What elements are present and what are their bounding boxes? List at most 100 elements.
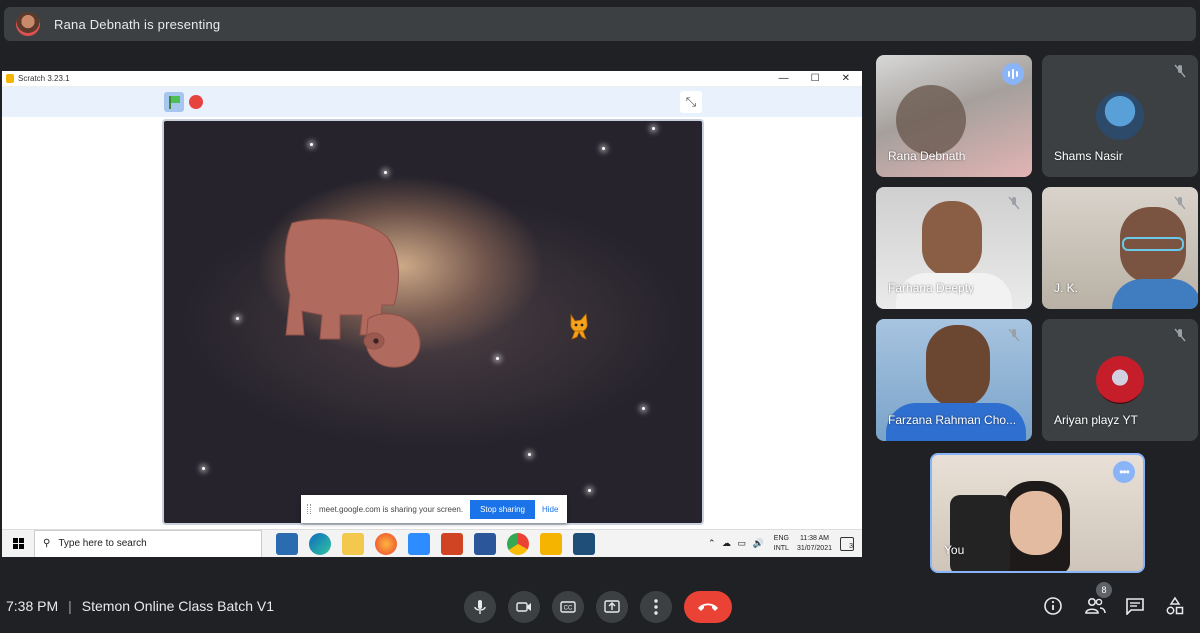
notification-icon: 3 (840, 536, 854, 551)
participant-name: You (944, 543, 965, 557)
taskbar-apps (276, 532, 595, 555)
info-icon (1044, 597, 1062, 615)
taskbar-search: ⚲ Type here to search (34, 529, 262, 557)
firefox-icon (375, 532, 397, 555)
search-icon: ⚲ (43, 538, 51, 549)
participant-tile-farhana[interactable]: Farhana Deepty (876, 187, 1032, 309)
star (588, 489, 591, 492)
close-icon: ✕ (841, 73, 850, 84)
meeting-details-button[interactable] (1040, 593, 1066, 619)
present-screen-icon (604, 600, 620, 613)
star (202, 467, 205, 470)
taskbar-date: 31/07/2021 (796, 544, 832, 552)
participant-name: Farzana Rahman Cho... (888, 413, 1017, 427)
taskbar-clock: 11:38 AM 31/07/2021 (797, 534, 832, 554)
more-options-icon[interactable]: ••• (1113, 461, 1135, 483)
participant-video (926, 325, 990, 407)
zoom-icon (408, 532, 430, 555)
presenter-avatar (16, 12, 40, 36)
participant-name: Shams Nasir (1054, 149, 1123, 163)
participant-name: Rana Debnath (888, 149, 966, 163)
system-tray: ⌃ ☁ ▭ 🔊 ENG INTL 11:38 AM 31/07/2021 3 (708, 534, 862, 554)
bottom-control-bar: 7:38 PM | Stemon Online Class Batch V1 CC … (0, 582, 1200, 630)
language-code: ENG (773, 534, 789, 542)
avatar (1096, 356, 1144, 404)
cat-sprite (570, 313, 588, 340)
microphone-button[interactable] (464, 591, 496, 623)
participant-tile-farzana[interactable]: Farzana Rahman Cho... (876, 319, 1032, 441)
start-button (2, 530, 34, 558)
window-titlebar: Scratch 3.23.1 — ☐ ✕ (2, 71, 862, 87)
captions-button[interactable]: CC (552, 591, 584, 623)
star (496, 357, 499, 360)
microphone-icon (474, 600, 486, 614)
chat-icon (1126, 598, 1144, 615)
mic-off-icon (1174, 328, 1186, 342)
participant-name: J. K. (1054, 281, 1079, 295)
star (652, 127, 655, 130)
tray-icons: ⌃ ☁ ▭ 🔊 (708, 538, 766, 548)
participant-video (922, 201, 982, 277)
participant-tile-rana[interactable]: Rana Debnath (876, 55, 1032, 177)
chat-button[interactable] (1122, 593, 1148, 619)
drag-handle-icon[interactable] (307, 504, 311, 514)
more-vert-icon (654, 599, 658, 615)
hang-up-icon (698, 603, 718, 611)
participant-count-badge: 8 (1096, 582, 1112, 598)
camera-icon (516, 602, 531, 612)
hide-banner-button[interactable]: Hide (542, 505, 558, 514)
meeting-name: Stemon Online Class Batch V1 (81, 598, 274, 614)
taskbar-search-placeholder: Type here to search (58, 538, 147, 549)
participant-video-chair (950, 495, 1010, 571)
meeting-info: 7:38 PM | Stemon Online Class Batch V1 (6, 598, 274, 614)
star (310, 143, 313, 146)
participant-video-body (1112, 279, 1198, 309)
file-explorer-icon (342, 532, 364, 555)
window-controls: — ☐ ✕ (779, 73, 862, 84)
scratch-taskbar-icon (540, 532, 562, 555)
dell-app-icon (276, 532, 298, 555)
camera-button[interactable] (508, 591, 540, 623)
star (642, 407, 645, 410)
maximize-icon: ☐ (810, 73, 820, 84)
present-now-button[interactable] (596, 591, 628, 623)
chrome-icon (507, 532, 529, 555)
word-icon (474, 532, 496, 555)
participant-tile-shams[interactable]: Shams Nasir (1042, 55, 1198, 177)
mic-off-icon (1008, 196, 1020, 210)
participant-tile-ariyan[interactable]: Ariyan playz YT (1042, 319, 1198, 441)
presenting-text: Rana Debnath is presenting (54, 16, 221, 32)
scratch-app-icon (6, 74, 14, 83)
green-flag-icon (164, 92, 184, 112)
people-icon (1085, 597, 1106, 614)
stop-sharing-button[interactable]: Stop sharing (470, 499, 535, 519)
activities-button[interactable] (1162, 593, 1188, 619)
bear-sprite (284, 218, 421, 368)
leave-call-button[interactable] (684, 591, 732, 623)
star (602, 147, 605, 150)
mic-off-icon (1174, 64, 1186, 78)
participant-video (1010, 491, 1062, 555)
activities-shapes-icon (1166, 596, 1184, 615)
keyboard-layout: INTL (773, 544, 789, 552)
exit-fullscreen-icon: ⤡ (680, 91, 702, 113)
self-view-tile[interactable]: ••• You (930, 453, 1145, 573)
window-title: Scratch 3.23.1 (18, 74, 70, 83)
more-options-button[interactable] (640, 591, 672, 623)
mic-off-icon (1008, 328, 1020, 342)
star (236, 317, 239, 320)
participant-tile-jk[interactable]: J. K. (1042, 187, 1198, 309)
current-time: 7:38 PM (6, 598, 59, 614)
avatar (1096, 92, 1144, 140)
notification-count: 3 (849, 542, 853, 550)
stop-icon (189, 95, 203, 109)
star (528, 453, 531, 456)
windows-logo-icon (12, 538, 24, 549)
participant-name: Ariyan playz YT (1054, 413, 1138, 427)
presenting-bar: Rana Debnath is presenting (4, 7, 1196, 41)
meet-window: Rana Debnath is presenting Scratch 3.23.… (0, 0, 1200, 633)
app-icon (573, 532, 595, 555)
scratch-toolbar: ⤡ (2, 87, 862, 117)
edge-browser-icon (309, 532, 331, 555)
mic-off-icon (1174, 196, 1186, 210)
